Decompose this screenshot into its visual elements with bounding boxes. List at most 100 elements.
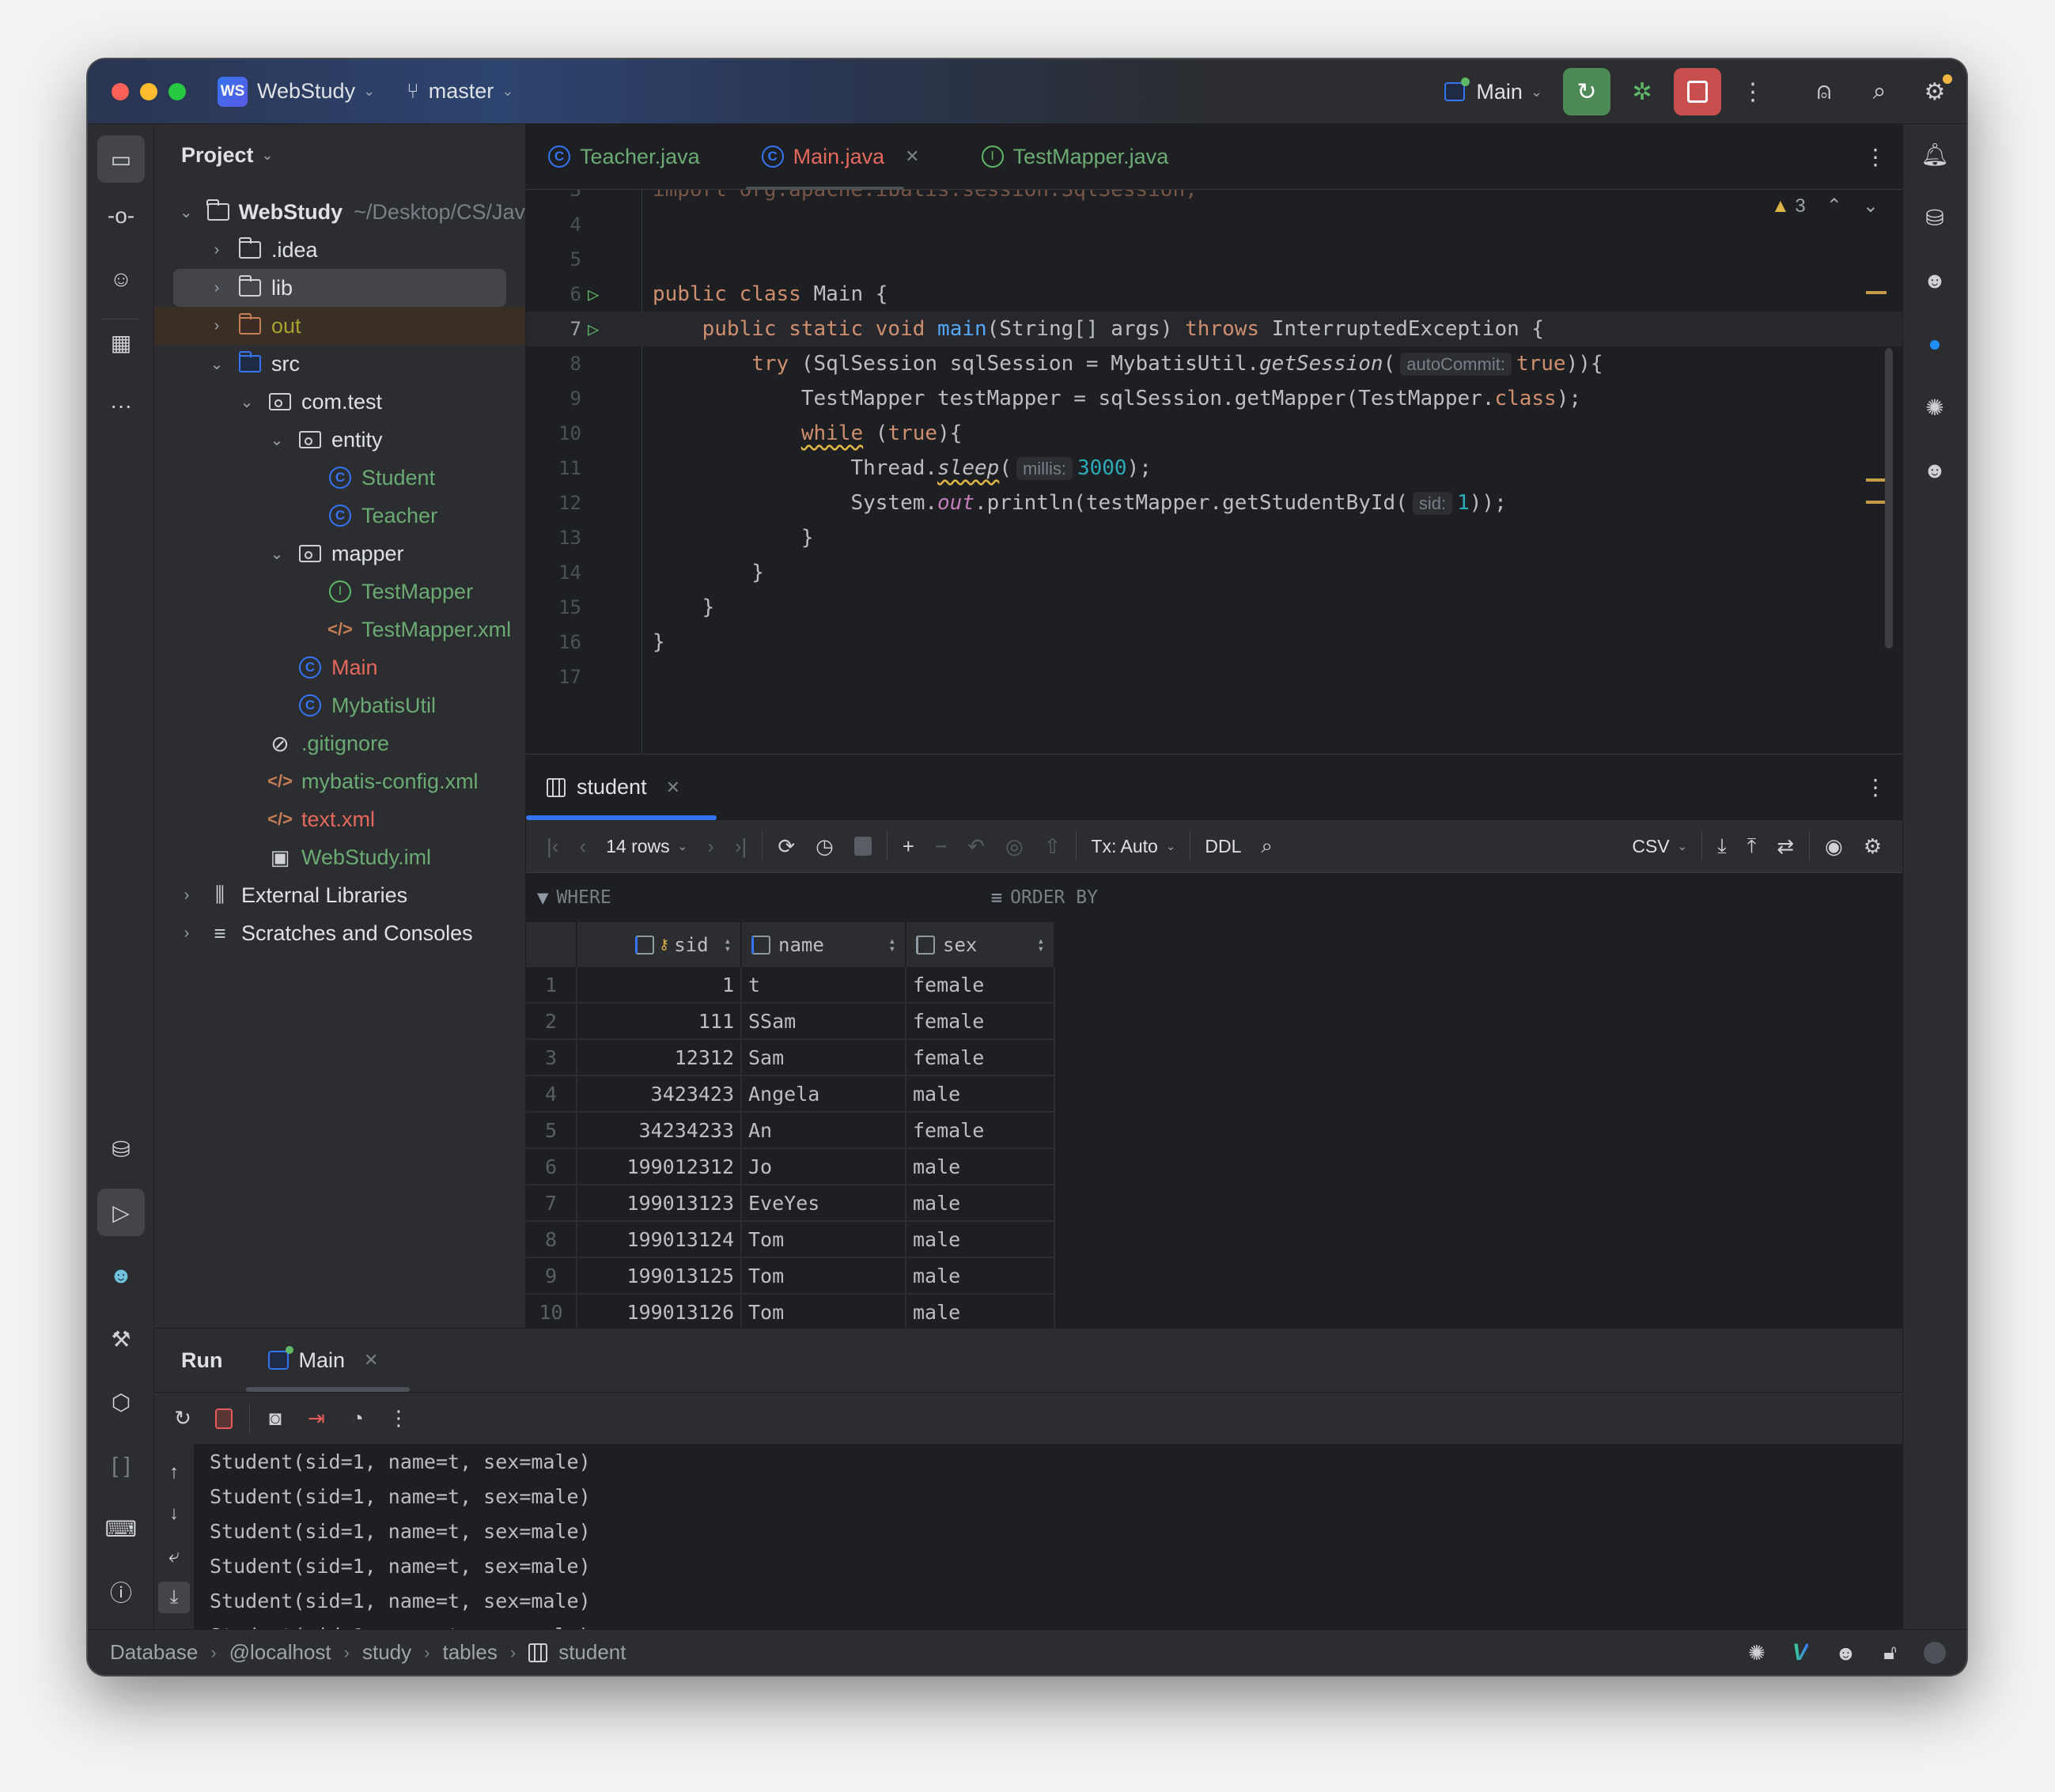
cell-sid[interactable]: 111 [577,1004,742,1038]
tree-item-src[interactable]: ⌄ src [154,345,525,383]
more-tools-button[interactable]: ··· [97,382,145,429]
tab-student-table[interactable]: student ✕ [526,754,717,820]
tree-item-gitignore[interactable]: ⊘ .gitignore [154,724,525,762]
cell-sid[interactable]: 12312 [577,1040,742,1075]
tree-item-testmapper-xml[interactable]: </> TestMapper.xml [154,611,525,648]
table-row[interactable]: 8 199013124 Tom male [526,1222,1055,1258]
cell-name[interactable]: SSam [742,1004,906,1038]
previous-highlight-icon[interactable]: ⌃ [1826,195,1842,217]
table-row[interactable]: 2 111 SSam female [526,1004,1055,1040]
cell-sex[interactable]: female [906,1113,1055,1147]
cell-name[interactable]: Tom [742,1295,906,1328]
scroll-down-icon[interactable]: ↓ [158,1498,190,1529]
import-icon[interactable]: ⤒ [1747,834,1757,859]
table-row[interactable]: 10 199013126 Tom male [526,1295,1055,1328]
tree-item-mapper[interactable]: ⌄ mapper [154,535,525,573]
close-tab-icon[interactable]: ✕ [666,777,680,798]
table-row[interactable]: 3 12312 Sam female [526,1040,1055,1076]
tree-item-lib[interactable]: › lib [154,269,525,307]
project-tool-button[interactable]: ▭ [97,135,145,183]
cell-sid[interactable]: 199013126 [577,1295,742,1328]
cell-sex[interactable]: male [906,1258,1055,1293]
page-size-selector[interactable]: 14 rows ⌄ [606,836,687,857]
tree-item-com-test[interactable]: ⌄ com.test [154,383,525,421]
cell-sex[interactable]: female [906,1040,1055,1075]
transaction-mode-selector[interactable]: Tx: Auto ⌄ [1091,836,1175,857]
editor-scrollbar[interactable] [1885,348,1893,648]
copilot-tool-button[interactable]: ☻ [1911,257,1958,304]
cancel-query-icon[interactable] [853,837,872,856]
breadcrumb-tables[interactable]: tables [442,1640,497,1665]
where-filter-input[interactable]: WHERE [556,887,611,908]
code-with-me-button[interactable]: ⍝ [1800,68,1848,115]
commit-tool-button[interactable]: -o- [97,192,145,240]
previous-page-icon[interactable]: ‹ [579,834,586,859]
rerun-button[interactable]: ↻ [1563,68,1610,115]
rerun-icon[interactable]: ↻ [170,1406,195,1431]
cell-sid[interactable]: 199013124 [577,1222,742,1257]
cell-name[interactable]: t [742,967,906,1002]
structure-tool-button[interactable]: ▦ [97,319,145,366]
delete-row-icon[interactable]: − [935,834,947,859]
tree-item-idea[interactable]: › .idea [154,231,525,269]
table-row[interactable]: 7 199013123 EveYes male [526,1185,1055,1222]
problems-tool-button[interactable]: ⓘ [97,1568,145,1616]
breadcrumb-host[interactable]: @localhost [229,1640,331,1665]
scroll-up-icon[interactable]: ↑ [158,1457,190,1488]
cell-name[interactable]: Sam [742,1040,906,1075]
tree-item-iml[interactable]: ▣ WebStudy.iml [154,838,525,876]
cell-sex[interactable]: female [906,967,1055,1002]
exit-icon[interactable]: ⇥ [304,1406,329,1431]
breadcrumb-database[interactable]: Database [110,1640,198,1665]
debug-button[interactable]: ✲ [1618,68,1666,115]
sort-arrows-icon[interactable]: ▴ ▾ [725,936,731,955]
breadcrumb-table[interactable]: student [558,1640,626,1665]
cell-name[interactable]: Tom [742,1222,906,1257]
sort-arrows-icon[interactable]: ▴ ▾ [1038,936,1044,955]
table-row[interactable]: 6 199012312 Jo male [526,1149,1055,1185]
warning-marker[interactable] [1866,478,1887,482]
minimize-window-button[interactable] [140,82,157,100]
db-options-kebab-icon[interactable]: ⋮ [1864,774,1887,800]
tree-item-mybatisutil[interactable]: C MybatisUtil [154,686,525,724]
copilot-chat-tool-button[interactable]: ☻ [1911,447,1958,494]
export-icon[interactable]: ⤓ [1717,834,1727,859]
gopher-plugin-button[interactable]: ☻ [97,1252,145,1299]
tree-item-mybatis-config[interactable]: </> mybatis-config.xml [154,762,525,800]
tree-item-external-libraries[interactable]: › ⫼ External Libraries [154,876,525,914]
run-gutter-icon[interactable]: ▷ [588,318,619,340]
ddl-button[interactable]: DDL [1205,836,1241,857]
preview-pending-icon[interactable]: ◎ [1005,834,1024,859]
cell-name[interactable]: EveYes [742,1185,906,1220]
first-page-icon[interactable]: |‹ [547,834,558,859]
stop-button[interactable] [1674,68,1721,115]
revert-icon[interactable]: ↶ [967,834,985,859]
tab-testmapper-java[interactable]: I TestMapper.java [981,124,1168,190]
export-format-selector[interactable]: CSV ⌄ [1632,836,1687,857]
terminal-tool-button[interactable]: ⌨ [97,1505,145,1552]
sort-arrows-icon[interactable]: ▴ ▾ [889,936,895,955]
tree-item-student[interactable]: C Student [154,459,525,497]
table-row[interactable]: 9 199013125 Tom male [526,1258,1055,1295]
build-tool-button[interactable]: ⚒ [97,1315,145,1363]
search-everywhere-button[interactable]: ⌕ [1856,68,1903,115]
tree-item-main[interactable]: C Main [154,648,525,686]
openai-tool-button[interactable]: ✺ [1911,384,1958,431]
settings-gear-icon[interactable]: ⚙ [1864,834,1882,859]
tab-main-java[interactable]: C Main.java ✕ [745,124,920,191]
endpoints-tool-button[interactable]: [ ] [97,1442,145,1489]
branch-switcher[interactable]: master [429,79,494,104]
cell-name[interactable]: Angela [742,1076,906,1111]
run-gutter-icon[interactable]: ▷ [588,283,619,305]
add-row-icon[interactable]: + [903,834,914,859]
tree-item-entity[interactable]: ⌄ entity [154,421,525,459]
table-row[interactable]: 1 1 t female [526,967,1055,1004]
next-page-icon[interactable]: › [707,834,714,859]
cell-name[interactable]: An [742,1113,906,1147]
order-by-input[interactable]: ORDER BY [1010,887,1098,908]
ai-help-tool-button[interactable]: ☺ [97,255,145,303]
code-editor[interactable]: 3 import org.apache.ibatis.session.SqlSe… [526,190,1902,754]
view-options-eye-icon[interactable]: ◉ [1825,834,1843,859]
tab-teacher-java[interactable]: C Teacher.java [548,124,700,190]
settings-button[interactable]: ⚙ [1911,68,1958,115]
